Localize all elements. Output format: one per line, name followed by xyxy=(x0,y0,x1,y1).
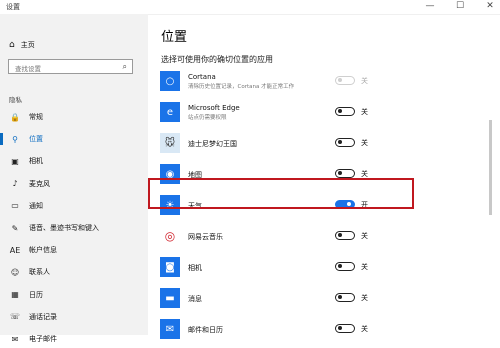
account-icon: AE xyxy=(9,245,21,255)
location-toggle[interactable] xyxy=(335,262,355,271)
toggle-knob xyxy=(338,233,342,238)
sidebar-item-label: 相机 xyxy=(29,157,43,166)
toggle-state-label: 关 xyxy=(361,232,368,240)
app-name: Cortana xyxy=(188,73,216,81)
title-bar: 设置 — ☐ ✕ xyxy=(0,0,500,15)
home-label: 主页 xyxy=(20,41,35,49)
sidebar-item-label: 麦克风 xyxy=(29,179,50,188)
sidebar-item-notification[interactable]: ▭ 通知 xyxy=(0,197,148,215)
window-title: 设置 xyxy=(6,3,20,11)
app-description: 清除历史位置记录，Cortana 才能正常工作 xyxy=(188,84,295,90)
sidebar-item-ink[interactable]: ✎ 语音、墨迹书写和键入 xyxy=(0,219,148,237)
app-row: ▬ 消息 关 xyxy=(160,284,400,314)
ink-icon: ✎ xyxy=(11,223,19,233)
app-name: 邮件和日历 xyxy=(188,326,223,334)
maximize-button[interactable]: ☐ xyxy=(454,1,466,12)
location-toggle[interactable] xyxy=(335,324,355,333)
sidebar-item-label: 通知 xyxy=(29,201,43,210)
messaging-icon: ▬ xyxy=(160,288,180,308)
home-nav[interactable]: ⌂ 主页 xyxy=(9,40,35,50)
app-name: Microsoft Edge xyxy=(188,104,240,112)
location-icon: ⚲ xyxy=(12,134,18,144)
toggle-state-label: 关 xyxy=(361,325,368,333)
lock-icon: 🔒 xyxy=(10,112,20,122)
close-button[interactable]: ✕ xyxy=(484,1,496,12)
sidebar-item-label: 通话记录 xyxy=(29,312,57,321)
toggle-knob xyxy=(338,264,342,269)
sidebar-item-label: 语音、墨迹书写和键入 xyxy=(29,224,99,232)
disney-icon: 🐭 xyxy=(160,133,180,153)
home-icon: ⌂ xyxy=(9,40,15,50)
highlight-box xyxy=(148,178,414,209)
toggle-knob xyxy=(338,295,342,300)
toggle-state-label: 关 xyxy=(361,108,368,116)
contacts-icon: ☺ xyxy=(10,267,20,277)
sidebar-item-camera[interactable]: ▣ 相机 xyxy=(0,152,148,170)
app-row: ○ Cortana 清除历史位置记录，Cortana 才能正常工作 关 xyxy=(160,67,400,97)
sidebar-item-label: 帐户信息 xyxy=(29,246,57,255)
sidebar-item-lock[interactable]: 🔒 常规 xyxy=(0,108,148,126)
minimize-button[interactable]: — xyxy=(424,1,436,12)
location-toggle[interactable] xyxy=(335,107,355,116)
app-name: 相机 xyxy=(188,264,202,272)
sidebar-item-label: 电子邮件 xyxy=(29,335,57,343)
app-row: ◙ 相机 关 xyxy=(160,253,400,283)
cortana-icon: ○ xyxy=(160,71,180,91)
app-description: 站点仍需要权限 xyxy=(188,115,227,121)
page-subtitle: 选择可使用你的确切位置的应用 xyxy=(161,55,273,64)
microphone-icon: ♪ xyxy=(12,179,18,189)
sidebar-item-label: 日历 xyxy=(29,290,43,299)
location-toggle[interactable] xyxy=(335,169,355,178)
app-row: e Microsoft Edge 站点仍需要权限 关 xyxy=(160,98,400,128)
sidebar: ⌂ 主页 查找设置 ⌕ 隐私 🔒 常规 ⚲ 位置 ▣ 相机 ♪ 麦克风 ▭ 通知 ✎ 语音、墨迹书写和… xyxy=(0,14,148,344)
location-toggle[interactable] xyxy=(335,231,355,240)
location-toggle xyxy=(335,76,355,85)
toggle-knob xyxy=(338,78,342,83)
search-input[interactable]: 查找设置 ⌕ xyxy=(8,59,133,74)
sidebar-item-calendar[interactable]: ▦ 日历 xyxy=(0,286,148,304)
toggle-knob xyxy=(338,326,342,331)
edge-icon: e xyxy=(160,102,180,122)
sidebar-item-account[interactable]: AE 帐户信息 xyxy=(0,241,148,259)
sidebar-item-location[interactable]: ⚲ 位置 xyxy=(0,130,148,148)
sidebar-item-contacts[interactable]: ☺ 联系人 xyxy=(0,263,148,281)
toggle-state-label: 关 xyxy=(361,294,368,302)
app-row: 🐭 迪士尼梦幻王国 关 xyxy=(160,129,400,159)
scrollbar[interactable] xyxy=(489,120,492,215)
search-icon: ⌕ xyxy=(122,62,127,71)
sidebar-item-call-history[interactable]: ☏ 通话记录 xyxy=(0,308,148,326)
toggle-state-label: 关 xyxy=(361,77,368,85)
toggle-knob xyxy=(338,140,342,145)
main-content: 位置 选择可使用你的确切位置的应用 ○ Cortana 清除历史位置记录，Corta… xyxy=(148,14,500,339)
camera-app-icon: ◙ xyxy=(160,257,180,277)
mail-calendar-icon: ✉ xyxy=(160,319,180,339)
sidebar-item-label: 常规 xyxy=(29,113,43,121)
sidebar-item-email[interactable]: ✉ 电子邮件 xyxy=(0,330,148,348)
page-title: 位置 xyxy=(161,30,188,45)
sidebar-item-label: 位置 xyxy=(29,135,43,144)
sidebar-item-label: 联系人 xyxy=(29,268,50,277)
email-icon: ✉ xyxy=(11,334,19,344)
netease-music-icon: ◎ xyxy=(160,226,180,246)
toggle-state-label: 关 xyxy=(361,263,368,271)
toggle-knob xyxy=(338,171,342,176)
app-name: 迪士尼梦幻王国 xyxy=(188,140,237,148)
calendar-icon: ▦ xyxy=(11,290,19,300)
sidebar-item-microphone[interactable]: ♪ 麦克风 xyxy=(0,175,148,193)
toggle-knob xyxy=(338,109,342,114)
app-name: 消息 xyxy=(188,295,202,303)
section-heading: 隐私 xyxy=(9,96,22,104)
search-placeholder: 查找设置 xyxy=(15,65,41,73)
notification-icon: ▭ xyxy=(11,201,19,211)
app-row: ◎ 网易云音乐 关 xyxy=(160,222,400,252)
app-name: 网易云音乐 xyxy=(188,233,223,241)
app-row: ✉ 邮件和日历 关 xyxy=(160,315,400,345)
camera-icon: ▣ xyxy=(11,156,19,166)
location-toggle[interactable] xyxy=(335,293,355,302)
toggle-state-label: 关 xyxy=(361,139,368,147)
location-toggle[interactable] xyxy=(335,138,355,147)
call-history-icon: ☏ xyxy=(9,312,20,322)
